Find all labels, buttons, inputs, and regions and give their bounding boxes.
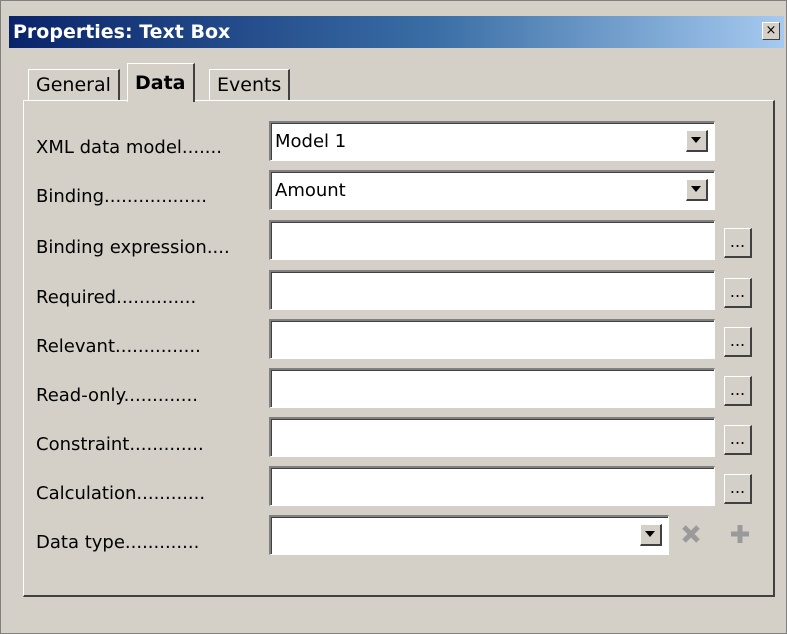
required-browse-button[interactable]: ... [724, 278, 752, 308]
calculation-label: Calculation............ [36, 483, 206, 504]
chevron-down-icon [691, 186, 701, 192]
data-type-label: Data type............. [36, 532, 200, 553]
constraint-input[interactable] [269, 417, 715, 457]
binding-label: Binding.................. [36, 186, 208, 207]
chevron-down-icon [691, 137, 701, 143]
calculation-input[interactable] [269, 466, 715, 506]
close-button[interactable]: × [762, 22, 780, 40]
binding-expression-browse-button[interactable]: ... [724, 228, 752, 258]
remove-data-type-button[interactable] [677, 520, 705, 550]
close-icon: × [765, 23, 777, 38]
constraint-label: Constraint............. [36, 434, 204, 455]
plus-icon [731, 525, 749, 543]
binding-expression-label: Binding expression.... [36, 237, 230, 258]
dropdown-arrow-button[interactable] [640, 524, 662, 546]
binding-expression-input[interactable] [269, 220, 715, 260]
relevant-browse-button[interactable]: ... [724, 327, 752, 357]
xml-data-model-value: Model 1 [275, 131, 347, 152]
read-only-label: Read-only............. [36, 385, 198, 406]
tab-data[interactable]: Data [127, 63, 195, 102]
tab-events[interactable]: Events [209, 69, 291, 101]
required-input[interactable] [269, 270, 715, 310]
constraint-browse-button[interactable]: ... [724, 425, 752, 455]
read-only-input[interactable] [269, 368, 715, 408]
dropdown-arrow-button[interactable] [686, 130, 708, 152]
xml-data-model-dropdown[interactable]: Model 1 [269, 121, 715, 161]
data-type-dropdown[interactable] [269, 515, 669, 555]
chevron-down-icon [645, 531, 655, 537]
calculation-browse-button[interactable]: ... [724, 474, 752, 504]
binding-value: Amount [275, 180, 346, 201]
dropdown-arrow-button[interactable] [686, 179, 708, 201]
relevant-label: Relevant............... [36, 336, 201, 357]
relevant-input[interactable] [269, 319, 715, 359]
title-bar[interactable]: Properties: Text Box × [9, 16, 784, 48]
read-only-browse-button[interactable]: ... [724, 376, 752, 406]
add-data-type-button[interactable] [726, 520, 754, 550]
xml-data-model-label: XML data model....... [36, 137, 222, 158]
required-label: Required.............. [36, 287, 197, 308]
tab-general[interactable]: General [28, 69, 120, 101]
x-icon [682, 525, 700, 543]
properties-window: Properties: Text Box × General Data Even… [0, 0, 787, 634]
window-title: Properties: Text Box [13, 21, 231, 43]
binding-dropdown[interactable]: Amount [269, 170, 715, 210]
